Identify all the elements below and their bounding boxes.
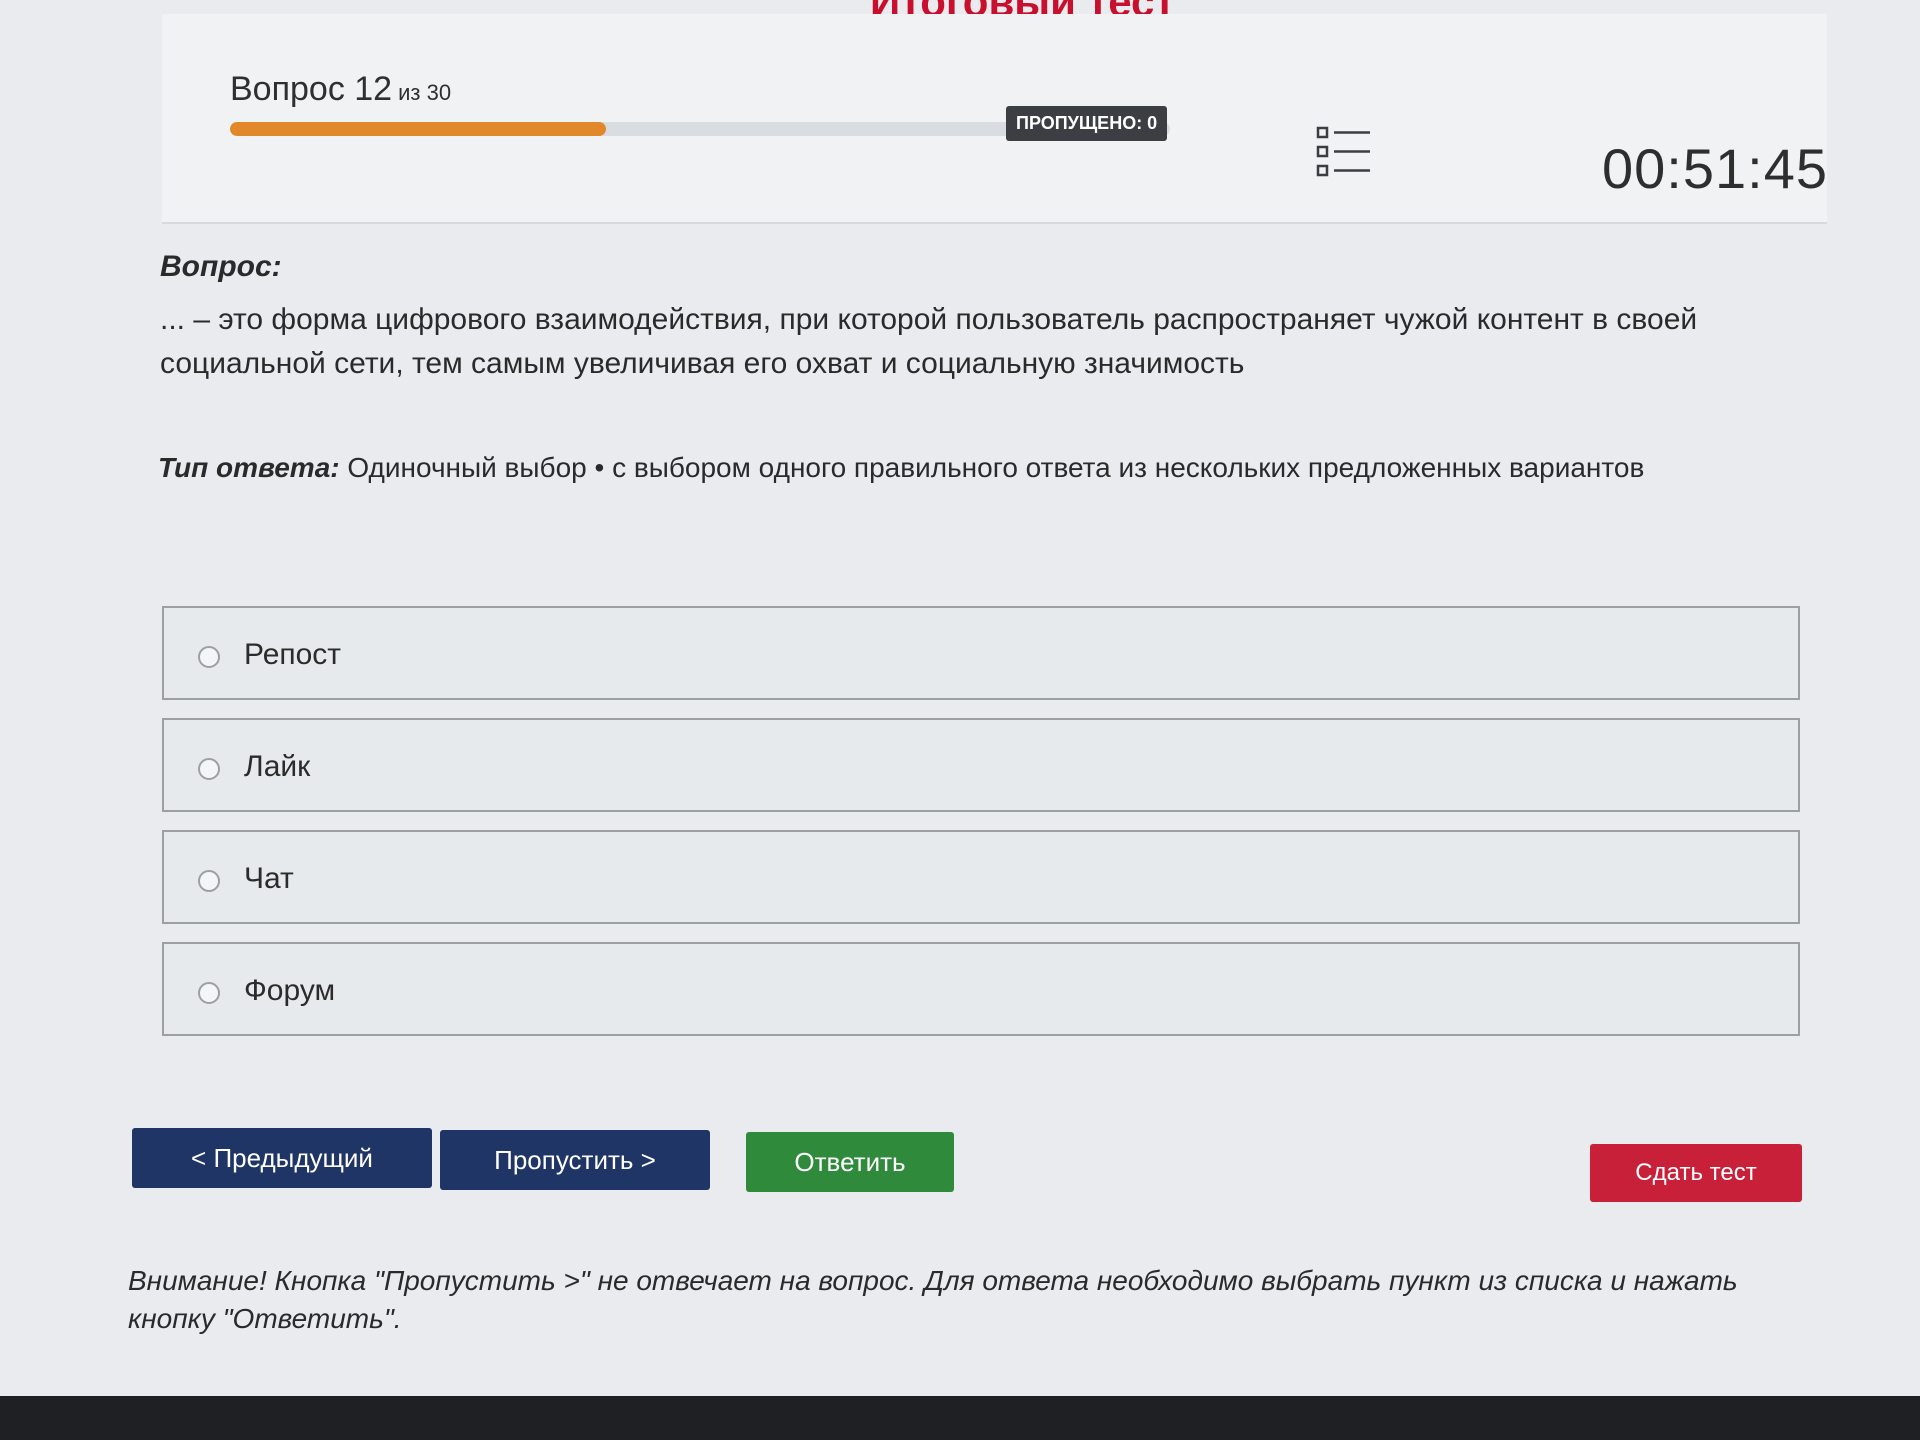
answer-type: Тип ответа: Одиночный выбор • с выбором … — [158, 452, 1758, 484]
skipped-badge: ПРОПУЩЕНО: 0 — [1006, 106, 1168, 141]
answer-button[interactable]: Ответить — [746, 1132, 954, 1192]
option-label: Чат — [244, 862, 294, 895]
radio-button[interactable] — [198, 758, 220, 780]
question-label: Вопрос: — [160, 250, 282, 283]
list-icon-graphic — [1316, 126, 1370, 177]
question-text: ... – это форма цифрового взаимодействия… — [160, 303, 1698, 380]
screen-bezel — [0, 1396, 1920, 1440]
list-icon[interactable] — [1316, 126, 1372, 178]
notice-text: Внимание! Кнопка "Пропустить >" не отвеч… — [128, 1265, 1738, 1334]
test-page: Итоговый тест Вопрос 12 из 30 ПРОПУЩЕНО: … — [0, 0, 1920, 1440]
radio-button[interactable] — [198, 982, 220, 1004]
option-label: Лайк — [244, 750, 311, 783]
header-panel: Вопрос 12 из 30 ПРОПУЩЕНО: 0 00:51:45 — [162, 14, 1827, 224]
timer: 00:51:45 — [1602, 137, 1828, 200]
question-total: из 30 — [398, 80, 452, 105]
option-chat[interactable]: Чат — [162, 830, 1800, 924]
question-number: Вопрос 12 — [230, 70, 393, 108]
progress-fill — [230, 122, 606, 136]
option-forum[interactable]: Форум — [162, 942, 1800, 1036]
submit-test-button[interactable]: Сдать тест — [1590, 1144, 1802, 1202]
option-repost[interactable]: Репост — [162, 606, 1800, 700]
answer-type-label: Тип ответа: — [158, 452, 340, 483]
radio-button[interactable] — [198, 646, 220, 668]
option-like[interactable]: Лайк — [162, 718, 1800, 812]
skip-button[interactable]: Пропустить > — [440, 1130, 710, 1190]
option-label: Репост — [244, 638, 342, 671]
answer-type-value: Одиночный выбор • с выбором одного прави… — [347, 452, 1645, 483]
previous-button[interactable]: < Предыдущий — [132, 1128, 432, 1188]
option-label: Форум — [244, 974, 336, 1007]
radio-button[interactable] — [198, 870, 220, 892]
question-counter: Вопрос 12 из 30 — [230, 70, 451, 109]
